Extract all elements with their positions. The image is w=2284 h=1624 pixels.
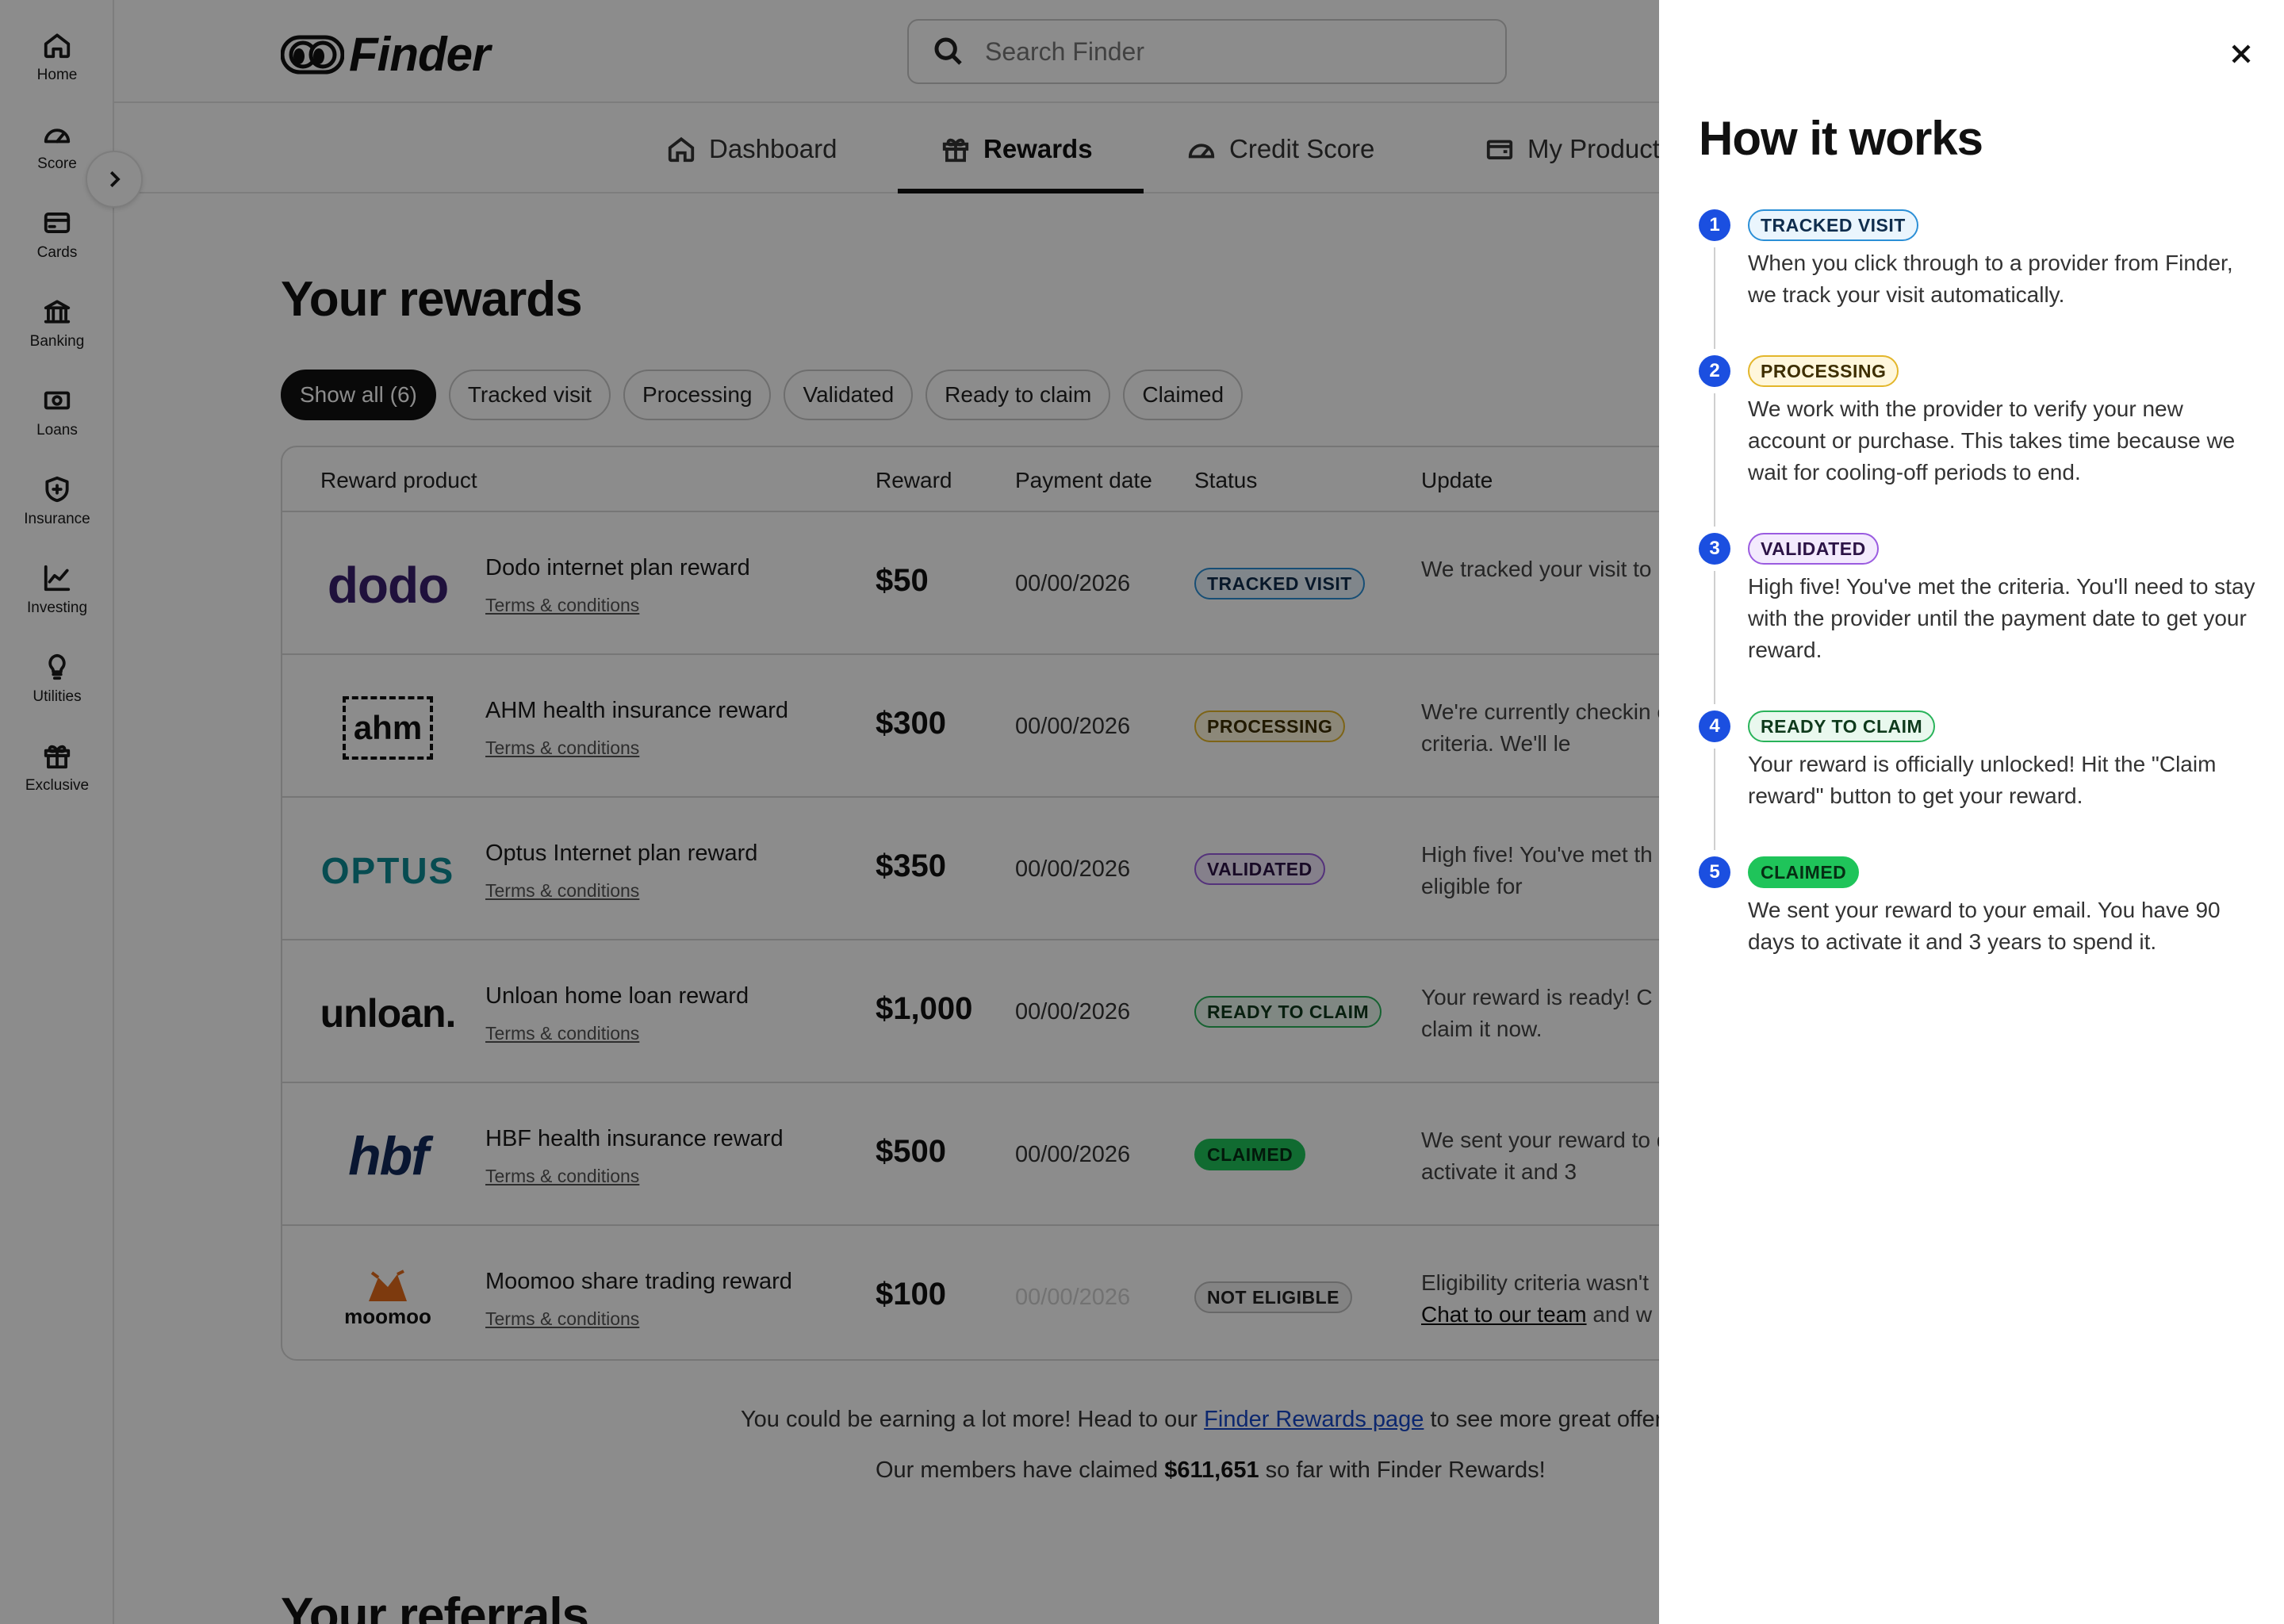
status-badge: VALIDATED (1748, 533, 1879, 565)
step-number: 1 (1699, 209, 1730, 241)
drawer-title: How it works (1699, 112, 1983, 165)
step-description: Your reward is officially unlocked! Hit … (1748, 752, 2217, 808)
how-it-works-drawer: How it works 1 TRACKED VISIT When you cl… (1659, 0, 2284, 1624)
status-badge: CLAIMED (1748, 856, 1860, 888)
step-connector (1714, 571, 1715, 704)
step-number: 2 (1699, 355, 1730, 387)
status-badge: PROCESSING (1748, 355, 1899, 387)
step-number: 3 (1699, 533, 1730, 565)
step-description: We sent your reward to your email. You h… (1748, 898, 2221, 954)
step-connector (1714, 393, 1715, 527)
status-badge: READY TO CLAIM (1748, 710, 1936, 742)
close-icon (2232, 44, 2251, 63)
step-description: When you click through to a provider fro… (1748, 251, 2233, 307)
step-number: 5 (1699, 856, 1730, 888)
step-connector (1714, 247, 1715, 349)
step-number: 4 (1699, 710, 1730, 742)
step-description: We work with the provider to verify your… (1748, 396, 2236, 485)
step-connector (1714, 749, 1715, 850)
step-description: High five! You've met the criteria. You'… (1748, 574, 2255, 662)
status-badge: TRACKED VISIT (1748, 209, 1918, 241)
modal-backdrop[interactable] (0, 0, 1659, 1624)
close-button[interactable] (2222, 35, 2260, 73)
